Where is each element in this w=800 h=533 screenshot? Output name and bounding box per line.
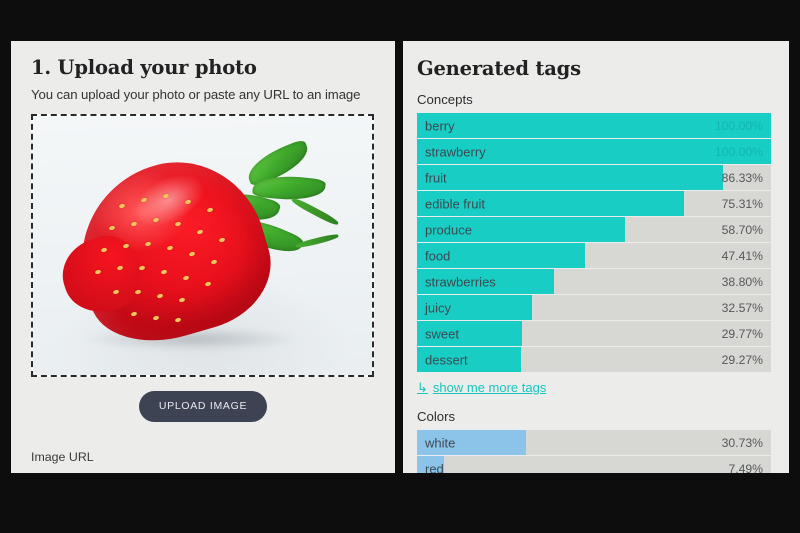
tag-bar-fill	[417, 165, 723, 190]
tag-label: berry	[425, 118, 455, 133]
concepts-bar-list: berry 100.00% strawberry 100.00% fruit 86.33%…	[417, 113, 771, 372]
upload-button-row: UPLOAD IMAGE	[31, 391, 375, 423]
tag-label: sweet	[425, 326, 459, 341]
berry-seeds	[57, 142, 353, 356]
image-dropzone[interactable]	[31, 114, 374, 378]
return-arrow-icon: ↳	[417, 380, 428, 395]
upload-instructions: You can upload your photo or paste any U…	[31, 87, 361, 103]
tag-percent: 32.57%	[721, 300, 763, 315]
generated-tags-title: Generated tags	[417, 57, 581, 80]
tag-row[interactable]: sweet 29.77%	[417, 321, 771, 346]
upload-panel: 1. Upload your photo You can upload your…	[11, 41, 395, 473]
tag-label: juicy	[425, 300, 452, 315]
image-url-label: Image URL	[31, 450, 94, 464]
tag-percent: 7.49%	[728, 461, 763, 474]
tag-label: produce	[425, 222, 472, 237]
tag-row[interactable]: edible fruit 75.31%	[417, 191, 771, 216]
tag-percent: 38.80%	[721, 274, 763, 289]
tag-label: red	[425, 461, 444, 473]
colors-label: Colors	[417, 409, 456, 424]
tag-label: dessert	[425, 352, 468, 367]
tag-percent: 30.73%	[721, 435, 763, 450]
show-more-tags-label: show me more tags	[432, 380, 547, 395]
tag-label: white	[425, 435, 456, 450]
tag-percent: 86.33%	[721, 170, 763, 185]
tag-label: food	[425, 248, 451, 263]
tag-row[interactable]: dessert 29.27%	[417, 347, 771, 372]
tag-row[interactable]: red 7.49%	[417, 456, 771, 473]
tag-row[interactable]: strawberries 38.80%	[417, 269, 771, 294]
page-title: 1. Upload your photo	[31, 56, 257, 79]
tag-row[interactable]: white 30.73%	[417, 430, 771, 455]
tag-row[interactable]: food 47.41%	[417, 243, 771, 268]
concepts-label: Concepts	[417, 92, 473, 107]
tag-percent: 75.31%	[721, 196, 763, 211]
tag-label: fruit	[425, 170, 447, 185]
colors-bar-list: white 30.73% red 7.49%	[417, 430, 771, 473]
tag-label: edible fruit	[425, 196, 485, 211]
app-root: 1. Upload your photo You can upload your…	[0, 41, 800, 473]
tag-percent: 100.00%	[714, 144, 763, 159]
tag-percent: 58.70%	[721, 222, 763, 237]
tag-percent: 100.00%	[714, 118, 763, 133]
tag-row[interactable]: berry 100.00%	[417, 113, 771, 138]
tag-row[interactable]: fruit 86.33%	[417, 165, 771, 190]
tag-row[interactable]: juicy 32.57%	[417, 295, 771, 320]
tag-percent: 47.41%	[721, 248, 763, 263]
tag-row[interactable]: strawberry 100.00%	[417, 139, 771, 164]
tag-percent: 29.27%	[721, 352, 763, 367]
show-more-tags-link[interactable]: ↳ show me more tags	[417, 380, 546, 395]
tag-percent: 29.77%	[721, 326, 763, 341]
strawberry-illustration	[53, 139, 353, 359]
tag-row[interactable]: produce 58.70%	[417, 217, 771, 242]
tag-label: strawberry	[425, 144, 486, 159]
generated-tags-panel: Generated tags Concepts berry 100.00% stra…	[403, 41, 789, 473]
upload-image-button[interactable]: UPLOAD IMAGE	[138, 391, 268, 423]
photo-preview	[33, 116, 372, 376]
tag-label: strawberries	[425, 274, 496, 289]
